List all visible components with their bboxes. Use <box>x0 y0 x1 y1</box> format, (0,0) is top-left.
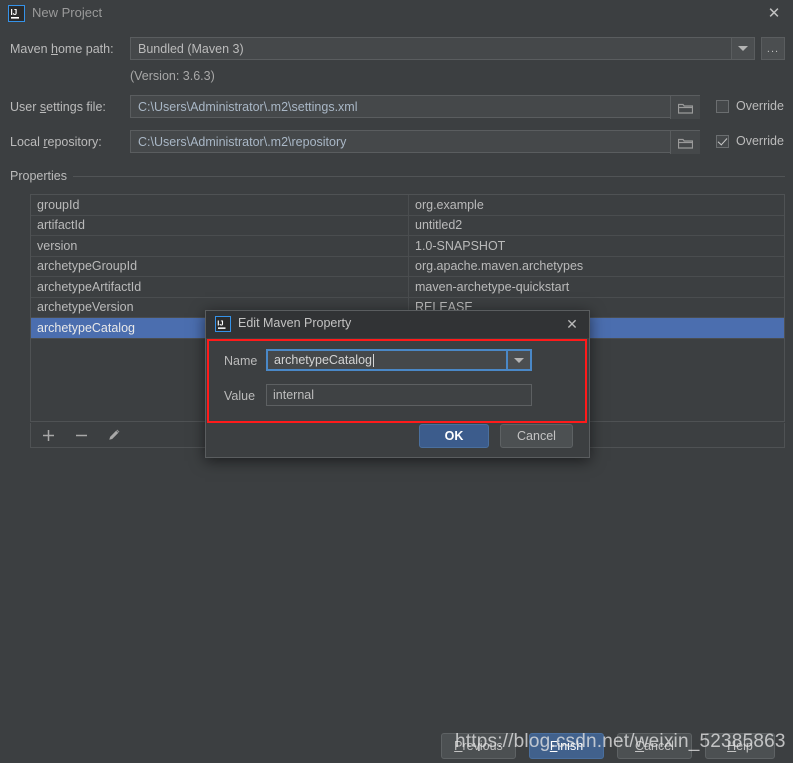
dialog-cancel-button[interactable]: Cancel <box>500 424 573 448</box>
finish-accel: F <box>549 739 558 753</box>
local-repo-label-pre: Local <box>10 135 44 149</box>
property-value-cell: 1.0-SNAPSHOT <box>415 238 506 253</box>
property-name-cell: archetypeArtifactId <box>31 277 409 297</box>
name-dropdown-button[interactable] <box>506 349 532 371</box>
value-label: Value <box>224 389 256 403</box>
finish-button[interactable]: Finish <box>529 733 604 759</box>
text-caret <box>372 353 374 367</box>
chevron-down-icon <box>514 357 524 363</box>
property-name-cell: version <box>31 236 409 256</box>
local-repository-label: Local repository: <box>10 135 102 149</box>
table-row[interactable]: groupId org.example <box>31 195 784 216</box>
edit-maven-property-dialog: IJ Edit Maven Property ✕ Name archetypeC… <box>205 310 590 458</box>
property-value-cell: org.example <box>415 197 484 212</box>
local-repository-browse-button[interactable] <box>670 131 700 154</box>
maven-version-note: (Version: 3.6.3) <box>130 69 215 83</box>
table-row[interactable]: archetypeGroupId org.apache.maven.archety… <box>31 256 784 277</box>
cancel-post: ancel <box>644 739 674 753</box>
maven-home-label-accel: h <box>51 42 58 56</box>
close-icon[interactable]: ✕ <box>764 5 784 23</box>
property-name-cell: artifactId <box>31 215 409 235</box>
user-settings-label-post: ettings file: <box>46 100 106 114</box>
local-repository-override-label: Override <box>736 134 784 148</box>
user-settings-browse-button[interactable] <box>670 96 700 119</box>
folder-icon <box>678 138 693 149</box>
help-post: elp <box>736 739 753 753</box>
user-settings-label-pre: User <box>10 100 40 114</box>
user-settings-override-checkbox[interactable]: Override <box>716 99 784 113</box>
property-name-cell: groupId <box>31 195 409 215</box>
value-input[interactable]: internal <box>266 384 532 406</box>
properties-separator <box>62 176 785 177</box>
minus-icon[interactable] <box>72 426 90 444</box>
close-icon[interactable]: ✕ <box>563 315 581 333</box>
table-row[interactable]: artifactId untitled2 <box>31 215 784 236</box>
table-row[interactable]: archetypeArtifactId maven-archetype-quick… <box>31 277 784 298</box>
maven-home-path-label: Maven home path: <box>10 42 114 56</box>
user-settings-file-label: User settings file: <box>10 100 106 114</box>
plus-icon[interactable] <box>39 426 57 444</box>
maven-home-browse-button[interactable]: ... <box>761 37 785 60</box>
window-title: New Project <box>32 5 103 20</box>
local-repository-input[interactable]: C:\Users\Administrator\.m2\repository <box>130 130 700 153</box>
help-button[interactable]: Help <box>705 733 775 759</box>
maven-home-label-post: ome path: <box>57 42 114 56</box>
finish-post: inish <box>557 739 584 753</box>
name-label: Name <box>224 354 258 368</box>
previous-accel: P <box>454 739 463 753</box>
local-repo-label-post: epository: <box>47 135 102 149</box>
intellij-idea-icon: IJ <box>8 5 25 22</box>
help-accel: H <box>727 739 737 753</box>
checkbox-box <box>716 134 729 148</box>
property-name-cell: archetypeGroupId <box>31 256 409 276</box>
pencil-icon[interactable] <box>105 426 123 444</box>
window-titlebar: IJ New Project ✕ <box>0 0 793 28</box>
name-input-value: archetypeCatalog <box>274 353 372 367</box>
table-row[interactable]: version 1.0-SNAPSHOT <box>31 236 784 257</box>
previous-button[interactable]: Previous <box>441 733 516 759</box>
property-value-cell: untitled2 <box>415 218 463 233</box>
checkbox-box <box>716 99 729 113</box>
cancel-button[interactable]: Cancel <box>617 733 692 759</box>
user-settings-file-input[interactable]: C:\Users\Administrator\.m2\settings.xml <box>130 95 700 118</box>
local-repository-override-checkbox[interactable]: Override <box>716 134 784 148</box>
svg-text:IJ: IJ <box>11 8 18 17</box>
property-value-cell: org.apache.maven.archetypes <box>415 259 584 274</box>
user-settings-override-label: Override <box>736 99 784 113</box>
dialog-ok-button[interactable]: OK <box>419 424 489 448</box>
dialog-title: Edit Maven Property <box>238 316 352 330</box>
name-input[interactable]: archetypeCatalog <box>266 349 506 371</box>
folder-icon <box>678 103 693 114</box>
properties-section-label: Properties <box>10 169 73 183</box>
maven-home-label-pre: Maven <box>10 42 51 56</box>
chevron-down-icon <box>738 46 748 51</box>
maven-home-path-input[interactable]: Bundled (Maven 3) <box>130 37 732 60</box>
previous-post: revious <box>462 739 503 753</box>
intellij-idea-icon: IJ <box>215 316 231 332</box>
maven-home-dropdown-button[interactable] <box>731 37 755 60</box>
svg-text:IJ: IJ <box>217 319 223 328</box>
property-value-cell: maven-archetype-quickstart <box>415 279 570 294</box>
cancel-accel: C <box>635 739 645 753</box>
dialog-titlebar: IJ Edit Maven Property ✕ <box>206 311 589 338</box>
